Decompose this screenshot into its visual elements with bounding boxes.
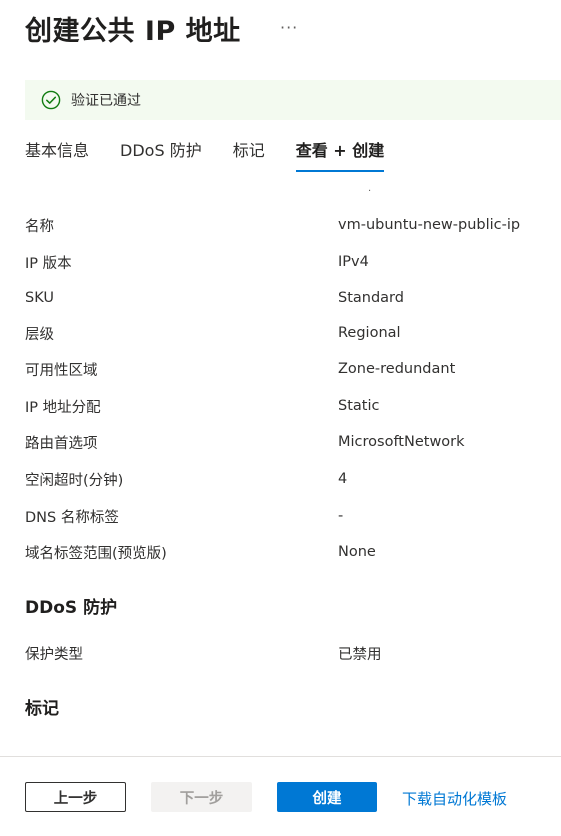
detail-row-ip-assignment: IP 地址分配 Static [25,394,555,418]
previous-button[interactable]: 上一步 [25,782,126,812]
more-options-icon[interactable]: ··· [280,18,298,37]
detail-value: Regional [338,325,401,341]
detail-row-routing-preference: 路由首选项 MicrosoftNetwork [25,430,555,454]
detail-label: 可用性区域 [25,362,98,379]
scroll-hint: · [368,186,372,197]
validation-message: 验证已通过 [71,93,141,109]
detail-value: None [338,544,376,560]
tab-review-create[interactable]: 查看 + 创建 [295,136,384,172]
detail-label: DNS 名称标签 [25,509,119,526]
detail-label: 层级 [25,326,54,343]
detail-row-idle-timeout: 空闲超时(分钟) 4 [25,467,555,491]
detail-label: 路由首选项 [25,435,98,452]
page-title: 创建公共 IP 地址 [25,15,241,47]
detail-value: - [338,508,344,524]
section-heading-tags: 标记 [25,699,59,719]
detail-label: 名称 [25,218,54,235]
detail-row-availability-zone: 可用性区域 Zone-redundant [25,357,555,381]
detail-row-ip-version: IP 版本 IPv4 [25,250,555,274]
next-button[interactable]: 下一步 [151,782,252,812]
detail-value: vm-ubuntu-new-public-ip [338,217,521,233]
download-template-link[interactable]: 下载自动化模板 [402,788,507,809]
tab-ddos-protection[interactable]: DDoS 防护 [120,136,202,172]
validation-banner: 验证已通过 [25,80,561,120]
section-heading-ddos: DDoS 防护 [25,598,118,618]
detail-row-domain-label-scope: 域名标签范围(预览版) None [25,540,555,564]
footer-divider [0,756,561,757]
detail-row-tier: 层级 Regional [25,321,555,345]
tab-tags[interactable]: 标记 [233,136,265,172]
detail-label: IP 版本 [25,255,72,272]
detail-row-name: 名称 vm-ubuntu-new-public-ip [25,213,555,237]
detail-value: 4 [338,471,348,487]
create-button[interactable]: 创建 [277,782,377,812]
detail-label: SKU [25,290,54,306]
detail-value: Zone-redundant [338,361,456,377]
detail-label: 保护类型 [25,646,83,663]
detail-row-dns-label: DNS 名称标签 - [25,504,555,528]
detail-value: 已禁用 [338,646,382,663]
detail-value: Standard [338,290,404,306]
detail-row-protection-type: 保护类型 已禁用 [25,641,555,665]
page-header: 创建公共 IP 地址 [25,10,241,47]
detail-label: 空闲超时(分钟) [25,472,124,489]
detail-value: Static [338,398,380,414]
detail-label: 域名标签范围(预览版) [25,545,167,562]
tab-basics[interactable]: 基本信息 [25,136,89,172]
detail-label: IP 地址分配 [25,399,101,416]
detail-row-sku: SKU Standard [25,286,555,310]
check-circle-icon [41,90,61,110]
tab-bar: 基本信息 DDoS 防护 标记 查看 + 创建 [25,136,415,172]
detail-value: MicrosoftNetwork [338,434,465,450]
detail-value: IPv4 [338,254,369,270]
